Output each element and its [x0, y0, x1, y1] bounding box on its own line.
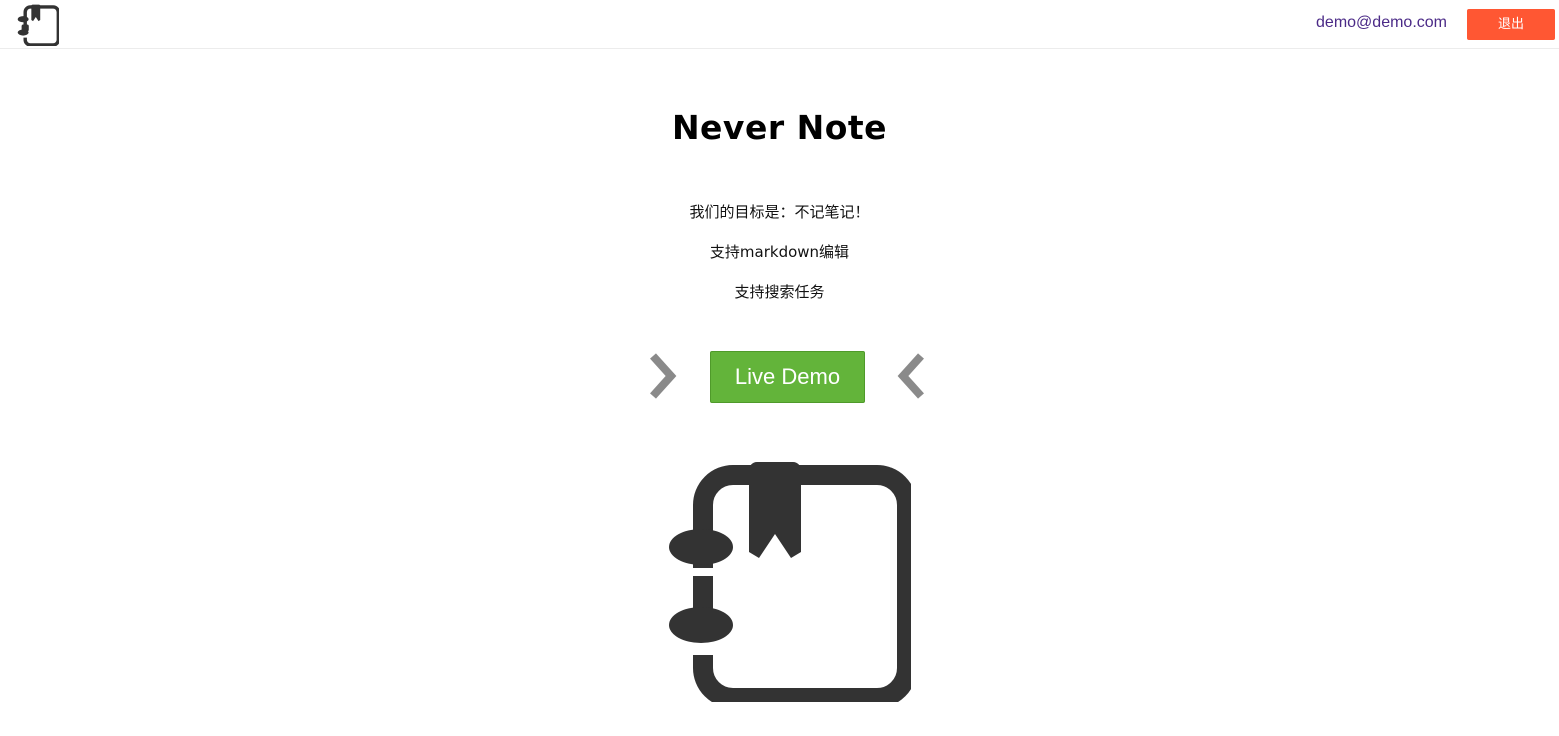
logout-button[interactable]: 退出	[1467, 9, 1555, 40]
tagline-goal: 我们的目标是：不记笔记！	[689, 203, 870, 221]
feature-markdown: 支持markdown编辑	[709, 243, 850, 261]
feature-search: 支持搜索任务	[734, 283, 825, 301]
live-demo-button[interactable]: Live Demo	[710, 351, 865, 403]
notebook-bookmark-icon[interactable]	[17, 4, 59, 46]
chevron-right-icon	[650, 353, 677, 399]
notebook-bookmark-icon	[669, 462, 911, 702]
user-email-link[interactable]: demo@demo.com	[1316, 14, 1447, 32]
page-title: Never Note	[671, 108, 888, 147]
top-navbar: demo@demo.com 退出	[0, 0, 1559, 49]
chevron-left-icon	[897, 353, 924, 399]
